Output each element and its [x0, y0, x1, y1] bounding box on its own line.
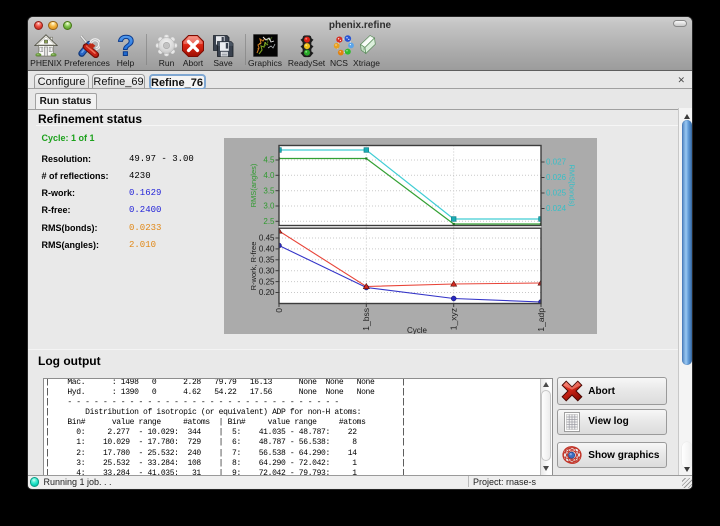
svg-text:?: ? [117, 33, 135, 58]
svg-text:Cycle: Cycle [407, 326, 428, 334]
svg-text:4.0: 4.0 [263, 171, 275, 180]
svg-text:1_xyz: 1_xyz [449, 308, 459, 330]
svg-text:0.025: 0.025 [546, 189, 567, 198]
svg-text:3.0: 3.0 [263, 202, 275, 211]
svg-text:0.20: 0.20 [259, 288, 275, 297]
svg-text:4.5: 4.5 [263, 156, 275, 165]
svg-text:1_bss: 1_bss [361, 308, 371, 331]
svg-text:0.30: 0.30 [259, 266, 275, 275]
svg-text:3.5: 3.5 [263, 186, 275, 195]
svg-text:0.35: 0.35 [259, 256, 275, 265]
svg-text:0.026: 0.026 [546, 173, 567, 182]
svg-text:R-work, R-free: R-work, R-free [249, 242, 258, 291]
svg-text:0.024: 0.024 [546, 204, 567, 213]
svg-text:0.45: 0.45 [259, 234, 275, 243]
svg-text:0.027: 0.027 [546, 158, 567, 167]
svg-text:0.40: 0.40 [259, 245, 275, 254]
svg-text:2.5: 2.5 [263, 217, 275, 226]
svg-text:RMS(angles): RMS(angles) [249, 163, 258, 207]
svg-text:1_adp: 1_adp [536, 308, 546, 332]
svg-text:0.25: 0.25 [259, 277, 275, 286]
svg-text:0: 0 [274, 308, 284, 313]
svg-text:RMS(bonds): RMS(bonds) [568, 164, 577, 207]
